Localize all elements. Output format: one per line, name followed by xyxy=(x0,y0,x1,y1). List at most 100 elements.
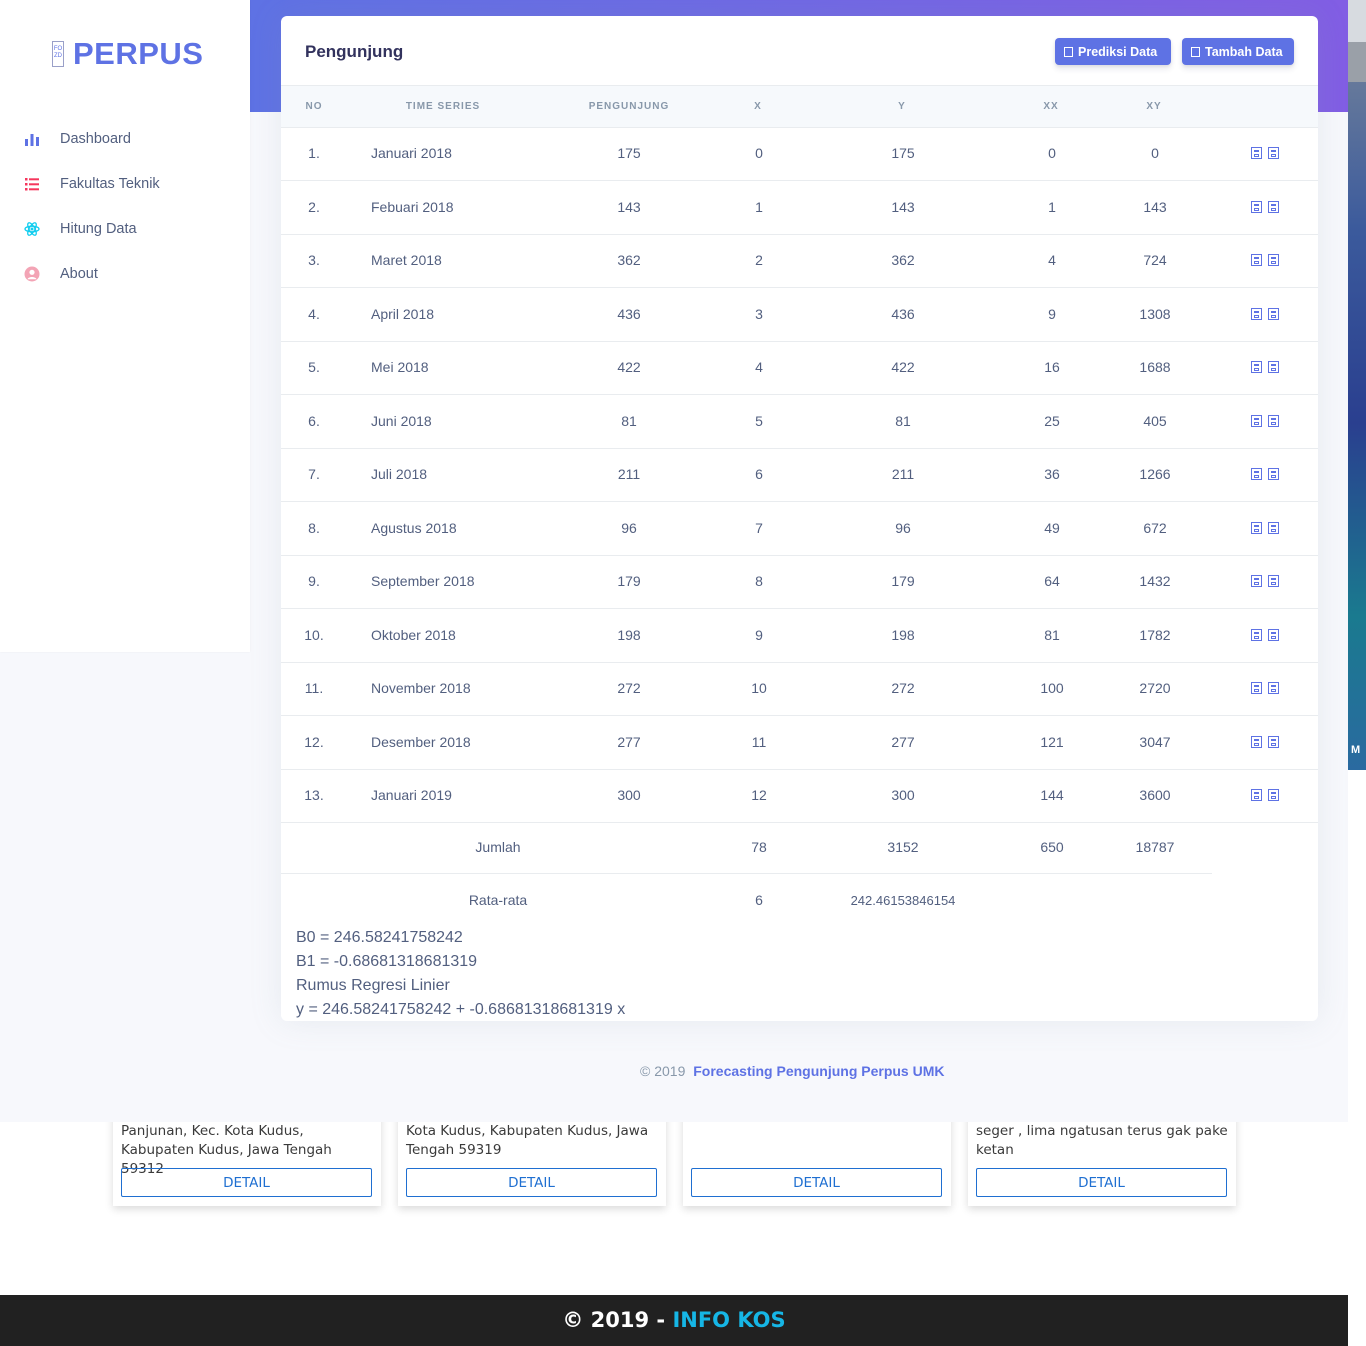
cell-no: 7. xyxy=(308,466,320,482)
sidebar-item-label: Fakultas Teknik xyxy=(60,176,160,192)
edit-icon[interactable] xyxy=(1251,789,1262,801)
delete-icon[interactable] xyxy=(1268,789,1279,801)
cell-x: 3 xyxy=(755,305,763,322)
prediksi-data-label: Prediksi Data xyxy=(1078,44,1158,59)
edit-icon[interactable] xyxy=(1251,682,1262,694)
sum-label: Jumlah xyxy=(475,839,521,855)
background-footer-brand[interactable]: INFO KOS xyxy=(672,1308,785,1332)
cell-no: 1. xyxy=(308,145,320,161)
cell-time-series: Juni 2018 xyxy=(371,412,432,429)
delete-icon[interactable] xyxy=(1268,147,1279,159)
edit-icon[interactable] xyxy=(1251,307,1262,320)
cell-x: 12 xyxy=(751,787,767,803)
table-row: 6. Juni 2018 81 5 81 25 405 xyxy=(281,395,1318,449)
edit-icon[interactable] xyxy=(1251,735,1262,748)
detail-button[interactable]: DETAIL xyxy=(121,1168,372,1197)
delete-icon[interactable] xyxy=(1268,521,1279,534)
delete-icon[interactable] xyxy=(1268,682,1279,694)
edit-icon[interactable] xyxy=(1251,361,1262,373)
delete-icon[interactable] xyxy=(1268,200,1279,213)
column-header-y: Y xyxy=(898,101,906,112)
sidebar-item-hitung-data[interactable]: Hitung Data xyxy=(0,209,250,249)
delete-icon[interactable] xyxy=(1268,628,1279,641)
cell-x: 9 xyxy=(755,626,763,643)
detail-button[interactable]: DETAIL xyxy=(691,1168,942,1197)
delete-icon[interactable] xyxy=(1268,254,1279,266)
background-footer-copyright: © 2019 - xyxy=(562,1308,673,1332)
table-row: 2. Febuari 2018 143 1 143 1 143 xyxy=(281,181,1318,235)
prediksi-data-button[interactable]: Prediksi Data xyxy=(1055,38,1171,65)
bar-chart-icon xyxy=(25,134,39,146)
cell-pengunjung: 300 xyxy=(617,787,641,803)
cell-y: 211 xyxy=(891,466,915,482)
detail-button[interactable]: DETAIL xyxy=(406,1168,657,1197)
cell-xx: 16 xyxy=(1044,359,1060,375)
delete-icon[interactable] xyxy=(1268,575,1279,587)
card-title: Pengunjung xyxy=(305,42,404,61)
column-header-xy: XY xyxy=(1146,101,1162,112)
delete-icon[interactable] xyxy=(1268,361,1279,373)
edit-icon[interactable] xyxy=(1251,521,1262,534)
edit-icon[interactable] xyxy=(1251,254,1262,266)
sidebar-item-fakultas-teknik[interactable]: Fakultas Teknik xyxy=(0,164,250,204)
regression-formula: y = 246.58241758242 + -0.68681318681319 … xyxy=(296,1001,626,1018)
cell-time-series: Febuari 2018 xyxy=(371,198,454,215)
cell-y: 175 xyxy=(891,145,915,161)
cell-x: 0 xyxy=(755,145,763,161)
cell-y: 179 xyxy=(891,573,915,589)
edit-icon[interactable] xyxy=(1251,200,1262,213)
kos-card: Kota Kudus, Kabupaten Kudus, Jawa Tengah… xyxy=(398,1110,666,1206)
average-y: 242.46153846154 xyxy=(850,893,956,908)
cell-no: 10. xyxy=(304,626,324,643)
regression-result: B0 = 246.58241758242 B1 = -0.68681318681… xyxy=(296,926,625,1022)
cell-time-series: November 2018 xyxy=(371,680,471,696)
cell-x: 8 xyxy=(755,573,763,589)
cell-xy: 1432 xyxy=(1139,573,1171,589)
delete-icon[interactable] xyxy=(1268,735,1279,748)
sidebar-item-dashboard[interactable]: Dashboard xyxy=(0,119,250,159)
footer-link[interactable]: Forecasting Pengunjung Perpus UMK xyxy=(693,1063,944,1079)
cell-xx: 9 xyxy=(1048,305,1056,322)
brand-logo[interactable]: FO ZD PERPUS xyxy=(52,34,203,74)
cell-time-series: April 2018 xyxy=(371,305,435,322)
sidebar-item-label: Dashboard xyxy=(60,131,131,147)
brand-logo-image: FO ZD xyxy=(52,41,64,67)
atom-icon xyxy=(24,222,40,236)
column-header-pengunjung: PENGUNJUNG xyxy=(588,101,670,112)
average-row: Rata-rata 6 242.46153846154 xyxy=(281,874,1212,926)
edit-icon[interactable] xyxy=(1251,575,1262,587)
cell-xx: 49 xyxy=(1044,519,1060,536)
edit-icon[interactable] xyxy=(1251,628,1262,641)
edit-icon[interactable] xyxy=(1251,414,1262,427)
app-window: FO ZD PERPUS Dashboard Fakultas Teknik H… xyxy=(0,0,1348,1122)
tambah-data-button[interactable]: Tambah Data xyxy=(1182,38,1294,65)
cell-time-series: Januari 2019 xyxy=(371,787,452,803)
detail-button[interactable]: DETAIL xyxy=(976,1168,1227,1197)
brand-name: PERPUS xyxy=(73,36,204,71)
sum-y: 3152 xyxy=(887,839,919,855)
footer-copyright: © 2019 xyxy=(640,1063,686,1079)
cell-y: 143 xyxy=(891,198,915,215)
edit-icon[interactable] xyxy=(1251,147,1262,159)
cell-x: 6 xyxy=(755,466,763,482)
cell-xy: 672 xyxy=(1143,519,1167,536)
cell-xx: 25 xyxy=(1044,412,1060,429)
cell-pengunjung: 272 xyxy=(617,680,641,696)
user-circle-icon xyxy=(24,266,40,282)
cell-no: 5. xyxy=(308,359,320,375)
delete-icon[interactable] xyxy=(1268,414,1279,427)
kos-card-address: seger , lima ngatusan terus gak pake ket… xyxy=(976,1123,1228,1158)
cell-time-series: Mei 2018 xyxy=(371,359,429,375)
sidebar-item-about[interactable]: About xyxy=(0,254,250,294)
cell-pengunjung: 96 xyxy=(621,519,637,536)
delete-icon[interactable] xyxy=(1268,468,1279,480)
pengunjung-card: Pengunjung Prediksi Data Tambah Data NO … xyxy=(281,16,1318,1021)
cell-pengunjung: 175 xyxy=(617,145,641,161)
edit-icon[interactable] xyxy=(1251,468,1262,480)
cell-xy: 1308 xyxy=(1139,305,1171,322)
background-footer: © 2019 - INFO KOS xyxy=(0,1295,1348,1346)
delete-icon[interactable] xyxy=(1268,307,1279,320)
cell-xy: 2720 xyxy=(1139,680,1171,696)
cell-no: 8. xyxy=(308,519,320,536)
cell-xy: 0 xyxy=(1151,145,1159,161)
